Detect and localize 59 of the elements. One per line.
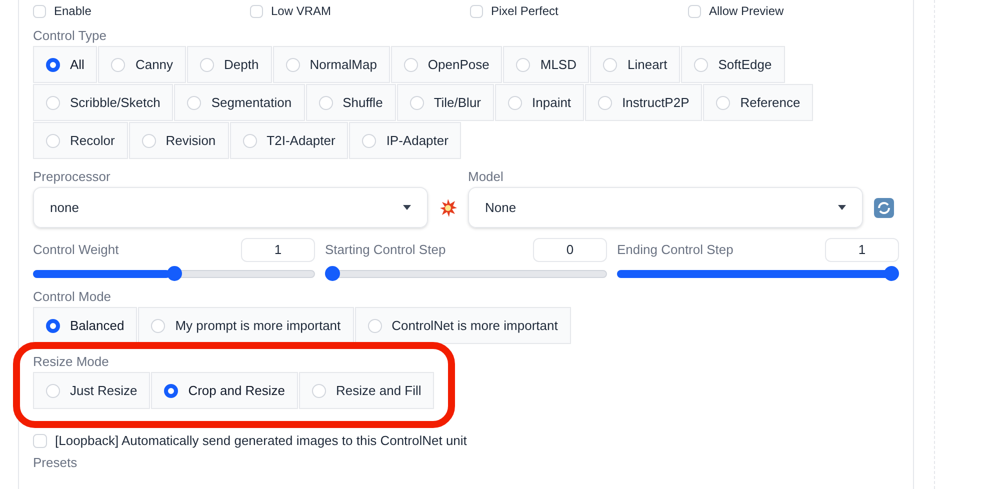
radio-option[interactable]: T2I-Adapter — [230, 122, 348, 159]
group-label: Resize Mode — [33, 353, 110, 371]
radio-option[interactable]: IP-Adapter — [349, 122, 462, 159]
checkbox[interactable] — [250, 4, 263, 18]
radio-option[interactable]: NormalMap — [272, 46, 390, 83]
radio-option[interactable]: Shuffle — [306, 84, 396, 121]
radio-option[interactable]: Revision — [128, 122, 229, 159]
refresh-icon — [874, 198, 894, 218]
radio-option[interactable]: Scribble/Sketch — [33, 84, 174, 121]
radio-option[interactable]: Just Resize — [33, 372, 150, 409]
slider-label: Control Weight — [33, 241, 119, 260]
radio-option[interactable]: Tile/Blur — [396, 84, 494, 121]
checkbox-label: Pixel Perfect — [491, 4, 558, 18]
checkbox[interactable] — [33, 4, 46, 18]
slider-thumb[interactable] — [166, 266, 182, 281]
number-field[interactable]: 1 — [825, 238, 899, 262]
checkbox-label: Enable — [54, 4, 92, 18]
slider[interactable] — [325, 266, 607, 281]
checkbox[interactable] — [33, 434, 47, 448]
radio-option[interactable]: My prompt is more important — [138, 307, 354, 344]
radio-option[interactable]: Lineart — [590, 46, 680, 83]
radio-option[interactable]: All — [33, 46, 98, 83]
radio-option[interactable]: Reference — [703, 84, 814, 121]
radio-option[interactable]: Segmentation — [174, 84, 305, 121]
caret-icon — [403, 205, 411, 210]
group-label: Control Mode — [33, 288, 112, 306]
checkbox[interactable] — [688, 4, 701, 18]
slider-thumb[interactable] — [884, 266, 899, 281]
radio-option[interactable]: ControlNet is more important — [354, 307, 571, 344]
radio-option[interactable]: MLSD — [503, 46, 590, 83]
radio-option[interactable]: Resize and Fill — [299, 372, 434, 409]
field-label: Model — [468, 168, 504, 186]
checkbox[interactable] — [470, 4, 483, 18]
slider-label: Starting Control Step — [325, 241, 446, 260]
radio-option[interactable]: Crop and Resize — [151, 372, 298, 409]
radio-option[interactable]: SoftEdge — [681, 46, 785, 83]
radio-option[interactable]: InstructP2P — [585, 84, 702, 121]
explosion-icon — [439, 198, 457, 216]
slider-thumb[interactable] — [325, 266, 340, 281]
radio-option[interactable]: Recolor — [33, 122, 128, 159]
radio-option[interactable]: Depth — [187, 46, 272, 83]
model-dropdown[interactable]: None — [468, 187, 863, 228]
radio-option[interactable]: OpenPose — [390, 46, 502, 83]
checkbox-label: Low VRAM — [271, 4, 332, 18]
checkbox-label: Allow Preview — [709, 4, 784, 18]
group-label: Control Type — [33, 27, 108, 45]
checkbox-label: [Loopback] Automatically send generated images to this ControlNet unit — [55, 432, 467, 450]
slider[interactable] — [617, 266, 899, 281]
radio-option[interactable]: Balanced — [33, 307, 138, 344]
radio-option[interactable]: Inpaint — [495, 84, 584, 121]
caret-icon — [838, 205, 846, 210]
field-label: Presets — [33, 454, 78, 472]
number-field[interactable]: 0 — [533, 238, 607, 262]
field-label: Preprocessor — [33, 168, 112, 186]
slider[interactable] — [33, 266, 315, 281]
preprocessor-dropdown[interactable]: none — [33, 187, 428, 228]
radio-option[interactable]: Canny — [98, 46, 186, 83]
number-field[interactable]: 1 — [241, 238, 315, 262]
slider-label: Ending Control Step — [617, 241, 734, 260]
